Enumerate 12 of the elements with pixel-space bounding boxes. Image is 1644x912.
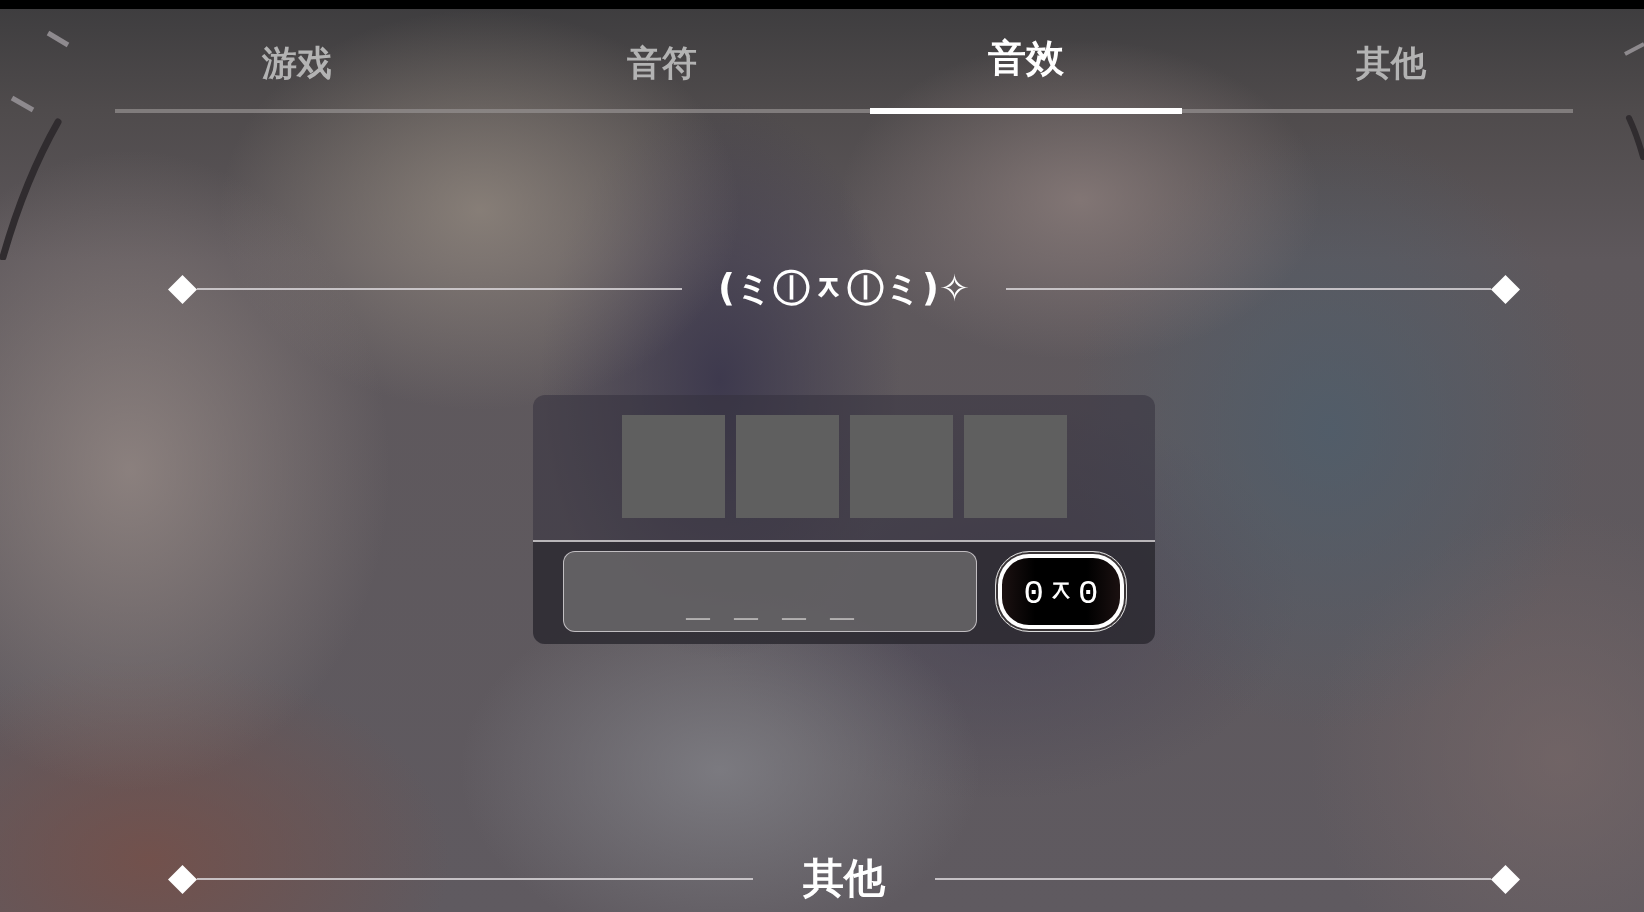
input-field[interactable]: _ _ _ _ bbox=[563, 551, 977, 632]
tab[interactable]: 其他 bbox=[1234, 9, 1547, 114]
tab[interactable]: 音效 bbox=[870, 9, 1183, 114]
section-title: (ミⓛᆽⓛミ)✧ bbox=[718, 268, 970, 310]
diamond-icon bbox=[168, 274, 197, 304]
diamond-icon bbox=[1491, 864, 1520, 894]
tab[interactable]: 音符 bbox=[505, 9, 818, 114]
section-title: 其他 bbox=[803, 856, 885, 902]
tab[interactable]: 游戏 bbox=[141, 9, 454, 114]
diamond-icon bbox=[168, 864, 197, 894]
kaomoji-button[interactable]: 0ᆽ0 bbox=[995, 551, 1127, 632]
diamond-icon bbox=[1491, 274, 1520, 304]
